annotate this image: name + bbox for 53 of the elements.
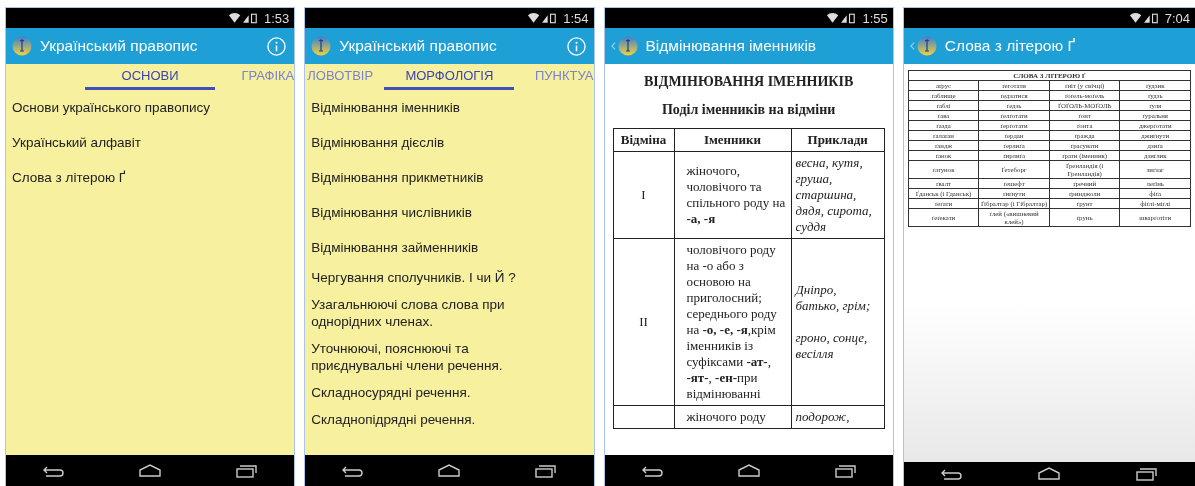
- table-cell: жіночого, чоловічого та спільного роду на -а, -я: [686, 163, 786, 226]
- table-cell: жіночого роду: [686, 409, 766, 424]
- app-logo-icon: [916, 36, 937, 56]
- table-cell: весна, кутя, груша, старшина, дядя, сирота, суддя: [795, 155, 872, 234]
- home-icon[interactable]: [736, 463, 761, 478]
- app-logo-icon: [12, 36, 32, 56]
- list-item[interactable]: Складносурядні речення.: [311, 380, 554, 407]
- app-title: Український правопис: [40, 37, 199, 55]
- recent-apps-icon[interactable]: [1134, 467, 1159, 481]
- list-item[interactable]: Уточнюючі, пояснюючі та приєднувальні члени речення.: [311, 336, 554, 380]
- list-item[interactable]: Український алфавіт: [12, 125, 255, 160]
- column-header: Іменники: [674, 128, 791, 152]
- list-item[interactable]: Узагальнюючі слова слова при однорідних членах.: [311, 292, 554, 336]
- app-title: Відмінювання іменників: [645, 37, 818, 55]
- tab[interactable]: МОРФОЛОГІЯ: [384, 64, 515, 90]
- status-time: 1:55: [862, 10, 888, 26]
- back-icon[interactable]: [940, 467, 965, 481]
- app-title: Український правопис: [339, 37, 498, 55]
- tab[interactable]: ОСНОВИ: [85, 64, 216, 90]
- list-item[interactable]: Відмінювання займенників: [311, 230, 554, 265]
- list-item[interactable]: Відмінювання числівників: [311, 195, 554, 230]
- recent-apps-icon[interactable]: [533, 463, 558, 478]
- status-time: 7:04: [1164, 10, 1190, 26]
- recent-apps-icon[interactable]: [832, 463, 857, 478]
- app-logo-icon: [311, 36, 332, 56]
- column-header: Відміна: [613, 128, 674, 152]
- list-item[interactable]: Основи українського правопису: [12, 90, 255, 125]
- table-cell: II: [639, 314, 648, 329]
- article-subheading: Поділ іменників на відміни: [660, 102, 837, 118]
- info-icon[interactable]: [267, 36, 287, 56]
- list-item[interactable]: Відмінювання іменників: [311, 90, 554, 125]
- list-item[interactable]: Чергування сполучників. І чи Й ?: [311, 265, 554, 292]
- table-cell: Дніпро, батько, грім; гроно, сонце, весілля: [795, 282, 871, 361]
- table-cell: I: [641, 187, 646, 202]
- app-title: Слова з літерою Ґ: [944, 37, 1076, 55]
- list-item[interactable]: Відмінювання прикметників: [311, 160, 554, 195]
- article-heading: ВІДМІНЮВАННЯ ІМЕННИКІВ: [642, 74, 855, 90]
- list-item[interactable]: Слова з літерою Ґ: [12, 160, 255, 195]
- status-time: 1:53: [263, 10, 290, 26]
- column-header: Приклади: [791, 128, 885, 152]
- home-icon[interactable]: [437, 463, 462, 478]
- list-item[interactable]: Складнопідрядні речення.: [311, 407, 554, 434]
- table-cell: подорож,: [795, 409, 850, 424]
- list-item[interactable]: Відмінювання дієслів: [311, 125, 554, 160]
- recent-apps-icon[interactable]: [234, 463, 259, 478]
- home-icon[interactable]: [1037, 467, 1062, 481]
- table-cell: чоловічого роду на -о або з основою на приголосний; середнього роду на -о, -е, -я,крім іменників із суфіксами -ат-, -ят-, -ен-при відмінюванні: [686, 242, 777, 401]
- info-icon[interactable]: [566, 36, 586, 56]
- status-icons-icon: [1128, 12, 1161, 24]
- status-icons-icon: [227, 12, 260, 24]
- home-icon[interactable]: [138, 463, 163, 478]
- app-logo-icon: [617, 36, 638, 56]
- status-time: 1:54: [563, 10, 589, 26]
